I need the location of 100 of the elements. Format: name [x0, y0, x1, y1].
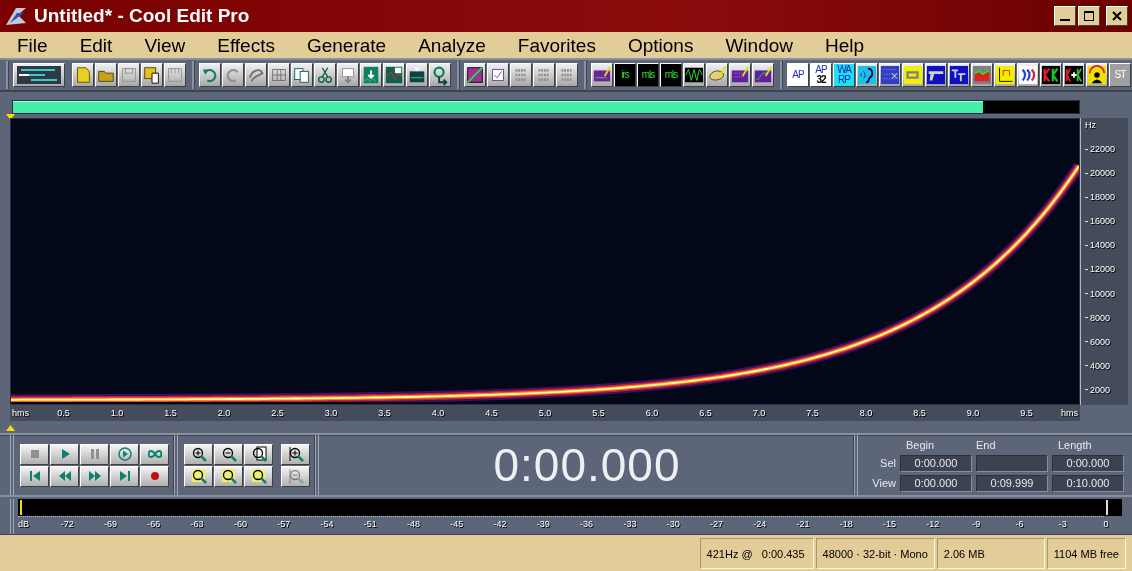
axis-tick-label: 5.5 [592, 408, 605, 418]
toolbar-button[interactable] [222, 63, 244, 87]
axis-tick-label: 16000 [1090, 216, 1116, 227]
maximize-button[interactable] [1078, 6, 1100, 26]
toolbar-button[interactable] [268, 63, 290, 87]
time-field[interactable]: 0:10.000 [1052, 474, 1124, 492]
toolbar-button[interactable]: mls [637, 63, 659, 87]
menu-item[interactable]: Options [619, 35, 702, 57]
toolbar-button[interactable] [314, 63, 336, 87]
meter-tick-label: -51 [363, 519, 377, 529]
status-field: 421Hz @ 0:00.435 [699, 538, 814, 569]
menu-item[interactable]: Generate [298, 35, 395, 57]
toolbar-button[interactable] [360, 63, 382, 87]
menu-item[interactable]: File [9, 35, 56, 57]
time-field[interactable]: 0:00.000 [900, 454, 972, 472]
toolbar-button[interactable] [383, 63, 405, 87]
toolbar-button[interactable] [752, 63, 774, 87]
menu-item[interactable]: Edit [71, 35, 121, 57]
toolbar-button[interactable] [556, 63, 578, 87]
meter-tick-label: -6 [1015, 519, 1024, 529]
zoom-in-button[interactable] [184, 443, 213, 465]
toolbar-button[interactable]: irs [614, 63, 636, 87]
skip-start-button[interactable] [20, 465, 49, 487]
toolbar-button[interactable]: AP [787, 63, 809, 87]
toolbar-button[interactable] [994, 63, 1016, 87]
time-field[interactable]: 0:09.999 [976, 474, 1048, 492]
pause-button[interactable] [80, 443, 109, 465]
time-field[interactable]: 0:00.000 [1052, 454, 1124, 472]
toolbar-button[interactable] [13, 63, 65, 87]
rewind-button[interactable] [50, 465, 79, 487]
toolbar-button[interactable] [1017, 63, 1039, 87]
toolbar-button[interactable]: AP 32 [810, 63, 832, 87]
status-field: 1104 MB free [1046, 538, 1126, 569]
toolbar-button[interactable] [856, 63, 878, 87]
toolbar-button[interactable] [199, 63, 221, 87]
toolbar-button[interactable] [72, 63, 94, 87]
zoom-in-vertical-button[interactable] [281, 443, 310, 465]
loop-button[interactable] [140, 443, 169, 465]
zoom-full-button[interactable] [244, 443, 273, 465]
toolbar-button[interactable] [971, 63, 993, 87]
stop-button[interactable] [20, 443, 49, 465]
steps-icon [949, 64, 969, 86]
toolbar-button[interactable]: WARP [833, 63, 855, 87]
toolbar-button[interactable] [95, 63, 117, 87]
toolbar-button[interactable] [464, 63, 486, 87]
toolbar-button[interactable] [245, 63, 267, 87]
record-button[interactable] [140, 465, 169, 487]
toolbar-button[interactable] [948, 63, 970, 87]
toolbar-button[interactable] [487, 63, 509, 87]
magnifier-icon [220, 446, 237, 462]
zoom-selection-button[interactable] [244, 465, 273, 487]
time-field[interactable] [976, 454, 1048, 472]
toolbar-button[interactable] [1086, 63, 1108, 87]
overview-bar[interactable] [12, 100, 1080, 114]
minimize-button[interactable] [1054, 6, 1076, 26]
toolbar-button[interactable] [406, 63, 428, 87]
toolbar-button[interactable] [729, 63, 751, 87]
pattern-icon [880, 64, 900, 86]
fast-forward-button[interactable] [80, 465, 109, 487]
menu-item[interactable]: Window [717, 35, 801, 57]
loop-icon [147, 447, 162, 461]
toolbar-button[interactable] [164, 63, 186, 87]
zoom-right-button[interactable] [214, 465, 243, 487]
menu-item[interactable]: Favorites [509, 35, 604, 57]
toolbar-button[interactable] [429, 63, 451, 87]
toolbar-button[interactable] [683, 63, 705, 87]
toolbar-button[interactable] [706, 63, 728, 87]
toolbar-button[interactable] [925, 63, 947, 87]
toolbar-button[interactable] [533, 63, 555, 87]
zoom-out-vertical-button[interactable] [281, 465, 310, 487]
skip-end-button[interactable] [110, 465, 139, 487]
meter-tick-label: -60 [233, 519, 247, 529]
play-circle-icon [117, 447, 132, 461]
menu-item[interactable]: Analyze [410, 35, 494, 57]
loop-icon [903, 64, 923, 86]
toolbar-button[interactable] [902, 63, 924, 87]
toolbar-button[interactable] [879, 63, 901, 87]
toolbar-button[interactable] [118, 63, 140, 87]
toolbar-button[interactable] [1040, 63, 1062, 87]
play-button[interactable] [50, 443, 79, 465]
magnifier-icon [190, 468, 207, 484]
zoom-left-button[interactable] [184, 465, 213, 487]
toolbar-button[interactable] [510, 63, 532, 87]
toolbar-button[interactable] [291, 63, 313, 87]
zoom-out-button[interactable] [214, 443, 243, 465]
close-button[interactable] [1106, 6, 1128, 26]
row-label: Sel [879, 457, 896, 469]
toolbar-button[interactable] [591, 63, 613, 87]
menu-item[interactable]: Help [817, 35, 873, 57]
time-field[interactable]: 0:00.000 [900, 474, 972, 492]
menu-item[interactable]: View [136, 35, 194, 57]
meter-tick-label: -24 [753, 519, 767, 529]
graph-icon [384, 64, 404, 86]
toolbar-button[interactable] [337, 63, 359, 87]
menu-item[interactable]: Effects [209, 35, 283, 57]
play-circle-button[interactable] [110, 443, 139, 465]
toolbar-button[interactable] [1063, 63, 1085, 87]
meter-tick-label: -63 [190, 519, 204, 529]
toolbar-button[interactable]: mls [660, 63, 682, 87]
toolbar-button[interactable] [141, 63, 163, 87]
